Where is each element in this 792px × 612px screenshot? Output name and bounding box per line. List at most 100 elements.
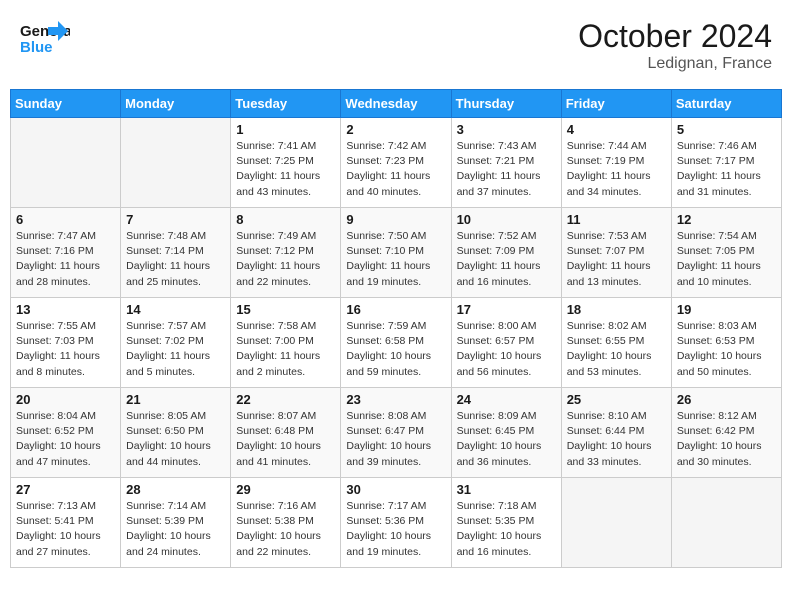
day-info: Sunrise: 8:08 AM Sunset: 6:47 PM Dayligh… bbox=[346, 409, 445, 470]
day-number: 31 bbox=[457, 482, 556, 497]
month-title: October 2024 bbox=[578, 18, 772, 55]
day-info: Sunrise: 8:03 AM Sunset: 6:53 PM Dayligh… bbox=[677, 319, 776, 380]
day-number: 5 bbox=[677, 122, 776, 137]
calendar-cell: 28Sunrise: 7:14 AM Sunset: 5:39 PM Dayli… bbox=[121, 478, 231, 568]
day-number: 27 bbox=[16, 482, 115, 497]
calendar-cell: 3 Sunrise: 7:43 AM Sunset: 7:21 PM Daylig… bbox=[451, 118, 561, 208]
day-info: Sunrise: 8:12 AM Sunset: 6:42 PM Dayligh… bbox=[677, 409, 776, 470]
day-number: 15 bbox=[236, 302, 335, 317]
calendar-cell: 23 Sunrise: 8:08 AM Sunset: 6:47 PM Dayli… bbox=[341, 388, 451, 478]
weekday-header-row: SundayMondayTuesdayWednesdayThursdayFrid… bbox=[11, 90, 782, 118]
calendar-cell: 29 Sunrise: 7:16 AM Sunset: 5:38 PM Dayli… bbox=[231, 478, 341, 568]
day-info: Sunrise: 7:44 AM Sunset: 7:19 PM Dayligh… bbox=[567, 139, 666, 200]
calendar-cell: 25 Sunrise: 8:10 AM Sunset: 6:44 PM Dayli… bbox=[561, 388, 671, 478]
day-info: Sunrise: 7:52 AM Sunset: 7:09 PM Dayligh… bbox=[457, 229, 556, 290]
day-number: 22 bbox=[236, 392, 335, 407]
day-info: Sunrise: 7:55 AM Sunset: 7:03 PM Dayligh… bbox=[16, 319, 115, 380]
calendar-cell bbox=[561, 478, 671, 568]
day-info: Sunrise: 8:10 AM Sunset: 6:44 PM Dayligh… bbox=[567, 409, 666, 470]
day-number: 14 bbox=[126, 302, 225, 317]
calendar-cell bbox=[121, 118, 231, 208]
calendar-cell: 19 Sunrise: 8:03 AM Sunset: 6:53 PM Dayli… bbox=[671, 298, 781, 388]
weekday-header-saturday: Saturday bbox=[671, 90, 781, 118]
calendar-week-row: 1Sunrise: 7:41 AM Sunset: 7:25 PM Daylig… bbox=[11, 118, 782, 208]
day-info: Sunrise: 7:59 AM Sunset: 6:58 PM Dayligh… bbox=[346, 319, 445, 380]
day-info: Sunrise: 7:18 AM Sunset: 5:35 PM Dayligh… bbox=[457, 499, 556, 560]
day-number: 24 bbox=[457, 392, 556, 407]
day-info: Sunrise: 7:17 AM Sunset: 5:36 PM Dayligh… bbox=[346, 499, 445, 560]
day-number: 13 bbox=[16, 302, 115, 317]
day-number: 16 bbox=[346, 302, 445, 317]
calendar-week-row: 6Sunrise: 7:47 AM Sunset: 7:16 PM Daylig… bbox=[11, 208, 782, 298]
calendar-cell: 7 Sunrise: 7:48 AM Sunset: 7:14 PM Daylig… bbox=[121, 208, 231, 298]
calendar-cell: 6Sunrise: 7:47 AM Sunset: 7:16 PM Daylig… bbox=[11, 208, 121, 298]
day-info: Sunrise: 8:02 AM Sunset: 6:55 PM Dayligh… bbox=[567, 319, 666, 380]
day-number: 11 bbox=[567, 212, 666, 227]
day-info: Sunrise: 7:46 AM Sunset: 7:17 PM Dayligh… bbox=[677, 139, 776, 200]
calendar-cell: 9 Sunrise: 7:50 AM Sunset: 7:10 PM Daylig… bbox=[341, 208, 451, 298]
day-number: 3 bbox=[457, 122, 556, 137]
day-number: 26 bbox=[677, 392, 776, 407]
calendar-cell: 13 Sunrise: 7:55 AM Sunset: 7:03 PM Dayli… bbox=[11, 298, 121, 388]
weekday-header-friday: Friday bbox=[561, 90, 671, 118]
weekday-header-tuesday: Tuesday bbox=[231, 90, 341, 118]
day-info: Sunrise: 8:05 AM Sunset: 6:50 PM Dayligh… bbox=[126, 409, 225, 470]
calendar-cell: 11Sunrise: 7:53 AM Sunset: 7:07 PM Dayli… bbox=[561, 208, 671, 298]
day-info: Sunrise: 7:43 AM Sunset: 7:21 PM Dayligh… bbox=[457, 139, 556, 200]
day-number: 10 bbox=[457, 212, 556, 227]
day-info: Sunrise: 7:13 AM Sunset: 5:41 PM Dayligh… bbox=[16, 499, 115, 560]
day-info: Sunrise: 7:54 AM Sunset: 7:05 PM Dayligh… bbox=[677, 229, 776, 290]
calendar-table: SundayMondayTuesdayWednesdayThursdayFrid… bbox=[10, 89, 782, 568]
day-number: 7 bbox=[126, 212, 225, 227]
svg-text:Blue: Blue bbox=[20, 39, 53, 56]
day-info: Sunrise: 7:58 AM Sunset: 7:00 PM Dayligh… bbox=[236, 319, 335, 380]
day-number: 20 bbox=[16, 392, 115, 407]
day-info: Sunrise: 7:14 AM Sunset: 5:39 PM Dayligh… bbox=[126, 499, 225, 560]
calendar-cell: 10 Sunrise: 7:52 AM Sunset: 7:09 PM Dayli… bbox=[451, 208, 561, 298]
calendar-cell: 5 Sunrise: 7:46 AM Sunset: 7:17 PM Daylig… bbox=[671, 118, 781, 208]
logo: General Blue bbox=[20, 18, 70, 68]
day-info: Sunrise: 7:48 AM Sunset: 7:14 PM Dayligh… bbox=[126, 229, 225, 290]
day-number: 19 bbox=[677, 302, 776, 317]
weekday-header-thursday: Thursday bbox=[451, 90, 561, 118]
day-number: 25 bbox=[567, 392, 666, 407]
calendar-cell bbox=[11, 118, 121, 208]
day-number: 1 bbox=[236, 122, 335, 137]
day-number: 9 bbox=[346, 212, 445, 227]
calendar-cell: 30Sunrise: 7:17 AM Sunset: 5:36 PM Dayli… bbox=[341, 478, 451, 568]
day-info: Sunrise: 8:07 AM Sunset: 6:48 PM Dayligh… bbox=[236, 409, 335, 470]
calendar-cell: 8Sunrise: 7:49 AM Sunset: 7:12 PM Daylig… bbox=[231, 208, 341, 298]
calendar-cell: 4Sunrise: 7:44 AM Sunset: 7:19 PM Daylig… bbox=[561, 118, 671, 208]
day-number: 29 bbox=[236, 482, 335, 497]
calendar-week-row: 13 Sunrise: 7:55 AM Sunset: 7:03 PM Dayli… bbox=[11, 298, 782, 388]
calendar-cell: 14 Sunrise: 7:57 AM Sunset: 7:02 PM Dayli… bbox=[121, 298, 231, 388]
day-info: Sunrise: 7:16 AM Sunset: 5:38 PM Dayligh… bbox=[236, 499, 335, 560]
calendar-cell: 31 Sunrise: 7:18 AM Sunset: 5:35 PM Dayli… bbox=[451, 478, 561, 568]
day-number: 23 bbox=[346, 392, 445, 407]
calendar-cell: 26 Sunrise: 8:12 AM Sunset: 6:42 PM Dayli… bbox=[671, 388, 781, 478]
calendar-cell: 15 Sunrise: 7:58 AM Sunset: 7:00 PM Dayli… bbox=[231, 298, 341, 388]
calendar-cell: 17 Sunrise: 8:00 AM Sunset: 6:57 PM Dayli… bbox=[451, 298, 561, 388]
calendar-cell: 12 Sunrise: 7:54 AM Sunset: 7:05 PM Dayli… bbox=[671, 208, 781, 298]
logo-icon: General Blue bbox=[20, 18, 70, 63]
weekday-header-monday: Monday bbox=[121, 90, 231, 118]
location-title: Ledignan, France bbox=[578, 55, 772, 73]
day-info: Sunrise: 7:49 AM Sunset: 7:12 PM Dayligh… bbox=[236, 229, 335, 290]
day-info: Sunrise: 7:57 AM Sunset: 7:02 PM Dayligh… bbox=[126, 319, 225, 380]
day-info: Sunrise: 7:50 AM Sunset: 7:10 PM Dayligh… bbox=[346, 229, 445, 290]
weekday-header-wednesday: Wednesday bbox=[341, 90, 451, 118]
day-info: Sunrise: 8:00 AM Sunset: 6:57 PM Dayligh… bbox=[457, 319, 556, 380]
calendar-cell: 16 Sunrise: 7:59 AM Sunset: 6:58 PM Dayli… bbox=[341, 298, 451, 388]
weekday-header-sunday: Sunday bbox=[11, 90, 121, 118]
day-info: Sunrise: 8:04 AM Sunset: 6:52 PM Dayligh… bbox=[16, 409, 115, 470]
day-number: 2 bbox=[346, 122, 445, 137]
calendar-cell: 2Sunrise: 7:42 AM Sunset: 7:23 PM Daylig… bbox=[341, 118, 451, 208]
day-number: 12 bbox=[677, 212, 776, 227]
calendar-cell: 22 Sunrise: 8:07 AM Sunset: 6:48 PM Dayli… bbox=[231, 388, 341, 478]
day-number: 17 bbox=[457, 302, 556, 317]
calendar-cell bbox=[671, 478, 781, 568]
day-number: 18 bbox=[567, 302, 666, 317]
calendar-cell: 21Sunrise: 8:05 AM Sunset: 6:50 PM Dayli… bbox=[121, 388, 231, 478]
calendar-week-row: 20 Sunrise: 8:04 AM Sunset: 6:52 PM Dayli… bbox=[11, 388, 782, 478]
calendar-cell: 27 Sunrise: 7:13 AM Sunset: 5:41 PM Dayli… bbox=[11, 478, 121, 568]
